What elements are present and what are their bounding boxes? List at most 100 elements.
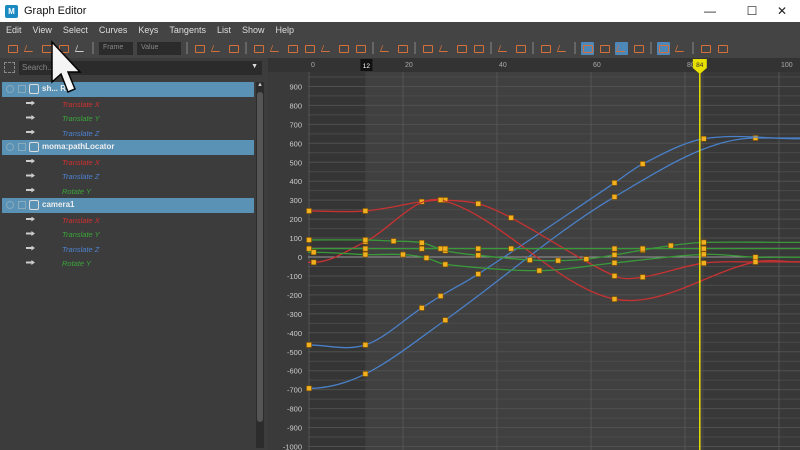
isolate-curve-icon[interactable]: [674, 42, 687, 55]
buffer-curve-snapshot-icon[interactable]: [379, 42, 392, 55]
window-title: Graph Editor: [24, 5, 87, 17]
attribute-row[interactable]: Translate Z: [2, 126, 254, 141]
denormalize-icon[interactable]: [556, 42, 569, 55]
menu-select[interactable]: Select: [57, 25, 93, 35]
x-tick-label: 40: [499, 62, 507, 69]
outliner-node[interactable]: moma:pathLocator: [2, 140, 254, 155]
keyframe: [611, 273, 618, 279]
post-infinity-icon[interactable]: [514, 42, 527, 55]
unify-tangent-icon[interactable]: [438, 42, 451, 55]
keyframe: [390, 238, 397, 244]
open-trax-icon[interactable]: [716, 42, 729, 55]
menu-show[interactable]: Show: [236, 25, 270, 35]
select-region-icon[interactable]: [4, 62, 15, 73]
keyframe: [752, 259, 759, 265]
y-tick-label: -500: [287, 348, 302, 357]
outliner-search-input[interactable]: Search... ▼: [19, 61, 262, 75]
attribute-row[interactable]: Rotate Y: [2, 184, 254, 199]
scrollbar-thumb[interactable]: [257, 92, 263, 422]
keyframe: [555, 257, 561, 264]
menu-help[interactable]: Help: [269, 25, 299, 35]
keyframe: [362, 342, 369, 348]
close-button[interactable]: ✕: [764, 0, 800, 22]
animation-curve-icon: [26, 173, 35, 178]
attribute-row[interactable]: Translate X: [2, 97, 254, 112]
lattice-deform-icon[interactable]: [40, 42, 53, 55]
attribute-row[interactable]: Translate Z: [2, 169, 254, 184]
keyframe: [442, 245, 449, 252]
keyframe: [362, 245, 369, 252]
outliner-scrollbar[interactable]: ▲: [256, 82, 264, 448]
flat-tangent-icon[interactable]: [320, 42, 333, 55]
attribute-row[interactable]: Translate Z: [2, 242, 254, 257]
menu-edit[interactable]: Edit: [0, 25, 27, 35]
graph-view[interactable]: 0 20 40 60 80 1009008007006005004003002001000…: [268, 58, 800, 450]
keyframe: [508, 214, 514, 221]
lock-tangent-weight-icon[interactable]: [472, 42, 485, 55]
linear-tangent-icon[interactable]: [303, 42, 316, 55]
expand-icon[interactable]: [18, 85, 26, 93]
attribute-row[interactable]: Translate Y: [2, 111, 254, 126]
toolbar-divider: [414, 42, 416, 54]
collapse-icon[interactable]: [6, 85, 14, 93]
collapse-icon[interactable]: [6, 201, 14, 209]
menu-curves[interactable]: Curves: [93, 25, 133, 35]
collapse-icon[interactable]: [6, 143, 14, 151]
menu-list[interactable]: List: [211, 25, 236, 35]
chevron-down-icon[interactable]: ▼: [251, 63, 258, 70]
free-tangent-weight-icon[interactable]: [455, 42, 468, 55]
node-type-icon: [29, 200, 39, 210]
attribute-row[interactable]: Translate X: [2, 155, 254, 170]
animation-curve-icon: [26, 129, 35, 135]
menu-keys[interactable]: Keys: [132, 25, 163, 35]
menu-view[interactable]: View: [27, 25, 57, 35]
pre-infinity-icon[interactable]: [497, 42, 510, 55]
load-selected-icon[interactable]: [598, 42, 611, 55]
spline-tangent-icon[interactable]: [269, 42, 282, 55]
frame-all-icon[interactable]: [193, 42, 206, 55]
outliner-node[interactable]: sh... RP: [2, 82, 254, 97]
attribute-row[interactable]: Translate Y: [2, 227, 254, 242]
out-of-range-shade: [308, 72, 366, 450]
attribute-label: Translate X: [62, 157, 100, 167]
insert-key-icon[interactable]: [23, 42, 36, 55]
search-placeholder: Search...: [22, 63, 55, 72]
attribute-row[interactable]: Rotate Y: [2, 256, 254, 271]
break-tangent-icon[interactable]: [421, 42, 434, 55]
time-snap-icon[interactable]: [615, 41, 628, 55]
center-current-icon[interactable]: [227, 42, 240, 55]
auto-tangent-icon[interactable]: [252, 42, 265, 55]
swap-buffer-icon[interactable]: [396, 42, 409, 55]
animation-curve-icon: [26, 216, 35, 222]
value-snap-icon[interactable]: [632, 42, 645, 55]
value-field[interactable]: Value: [137, 41, 181, 55]
expand-icon[interactable]: [18, 143, 26, 151]
menu-tangents[interactable]: Tangents: [163, 25, 211, 35]
keyframe: [437, 197, 444, 203]
expand-icon[interactable]: [18, 201, 26, 209]
attribute-row[interactable]: Translate X: [2, 213, 254, 228]
frame-field[interactable]: Frame: [99, 41, 133, 55]
y-tick-label: 700: [289, 120, 302, 129]
minimize-button[interactable]: —: [692, 0, 728, 22]
keyframe: [475, 271, 481, 277]
scroll-up-icon[interactable]: ▲: [257, 82, 263, 88]
animation-curve-icon: [26, 187, 35, 193]
stacked-curves-icon[interactable]: [657, 41, 670, 55]
node-type-icon: [29, 84, 39, 94]
auto-load-icon[interactable]: [581, 41, 594, 55]
frame-playback-icon[interactable]: [210, 42, 223, 55]
keyframe: [639, 245, 646, 252]
y-tick-label: 0: [298, 253, 302, 262]
animation-curve-icon: [26, 115, 35, 120]
region-select-icon[interactable]: [57, 42, 70, 55]
clamped-tangent-icon[interactable]: [286, 42, 299, 55]
move-key-icon[interactable]: [6, 42, 19, 55]
step-tangent-icon[interactable]: [337, 42, 350, 55]
timeline-snap-icon[interactable]: [74, 42, 87, 55]
keyframe: [639, 274, 646, 280]
outliner-node[interactable]: camera1: [2, 198, 254, 213]
plateau-tangent-icon[interactable]: [354, 42, 367, 55]
open-dope-sheet-icon[interactable]: [699, 42, 712, 55]
normalize-icon[interactable]: [539, 42, 552, 55]
